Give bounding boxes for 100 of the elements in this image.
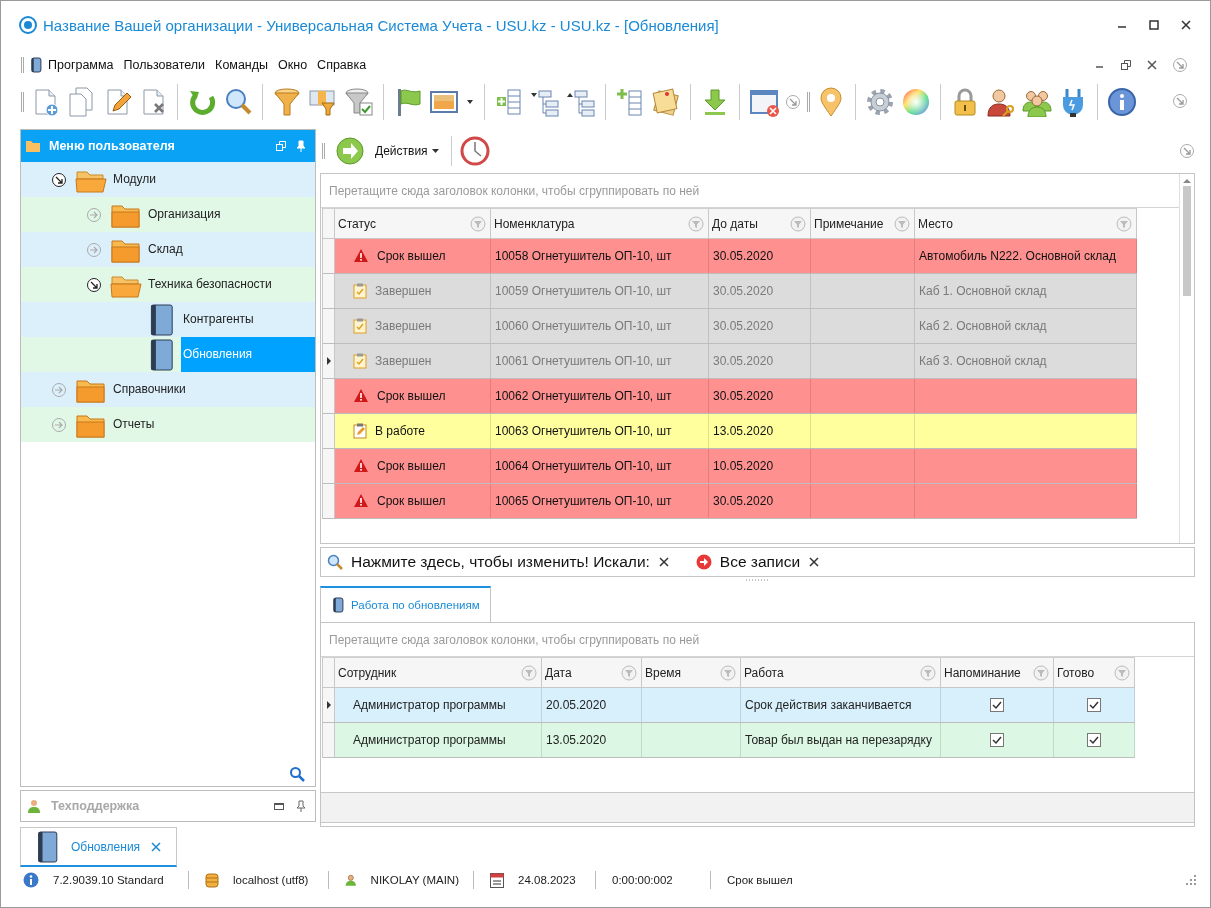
expanded-toggle-icon[interactable] (51, 171, 67, 188)
arrow-circle-icon[interactable] (1172, 57, 1188, 73)
column-header[interactable]: Примечание (811, 209, 915, 238)
checkbox[interactable] (1087, 733, 1101, 747)
expanded-toggle-icon[interactable] (86, 276, 102, 293)
collapsed-toggle-icon[interactable] (51, 416, 67, 433)
column-header[interactable]: Дата (542, 658, 642, 687)
tree-expand-icon[interactable] (530, 87, 560, 117)
menu-item[interactable]: Программа (43, 58, 119, 72)
filter-prompt[interactable]: Нажмите здесь, чтобы изменить! Искали: (351, 553, 650, 571)
column-header[interactable]: Работа (741, 658, 941, 687)
restore-icon[interactable] (1120, 59, 1132, 71)
maximize-icon[interactable] (1148, 19, 1160, 31)
collapsed-toggle-icon[interactable] (86, 206, 102, 223)
maximize-icon[interactable] (273, 800, 285, 812)
calendar-icon (490, 872, 504, 888)
add-rows-icon[interactable] (494, 87, 524, 117)
funnel-icon[interactable] (272, 87, 302, 117)
color-wheel-icon[interactable] (901, 87, 931, 117)
tree-item[interactable]: Отчеты (111, 407, 157, 442)
resize-grip-icon[interactable] (1186, 875, 1196, 885)
table-row[interactable]: Срок вышел 10058 Огнетушитель ОП-10, шт 30.05.2020 Автомобиль N222. Основной склад (323, 239, 1137, 274)
user-key-icon[interactable] (986, 87, 1016, 117)
document-tab[interactable]: Обновления (20, 827, 178, 867)
splitter-grip-icon[interactable] (745, 577, 770, 583)
filter-icon[interactable] (894, 215, 910, 232)
column-header[interactable]: Время (642, 658, 741, 687)
scroll-up-icon[interactable] (1183, 178, 1191, 184)
table-cell: 13.05.2020 (713, 424, 774, 438)
funnel-check-icon[interactable] (344, 87, 374, 117)
menu-item[interactable]: Справка (312, 58, 372, 72)
table-row[interactable]: Администратор программы 20.05.2020 Срок действия заканчивается (323, 688, 1135, 723)
filter-icon[interactable] (1033, 664, 1049, 681)
actions-button[interactable]: Действия (371, 144, 443, 158)
clock-icon[interactable] (459, 136, 490, 166)
filter-icon[interactable] (720, 664, 736, 681)
pin-icon[interactable] (295, 800, 307, 812)
warning-icon (353, 458, 369, 474)
filter-icon[interactable] (790, 215, 806, 232)
notes-icon[interactable] (651, 87, 681, 117)
search-icon[interactable] (223, 87, 253, 117)
row-header[interactable] (323, 688, 335, 722)
column-header[interactable]: Готово (1054, 658, 1135, 687)
tree-collapse-icon[interactable] (566, 87, 596, 117)
column-funnel-icon[interactable] (308, 87, 338, 117)
menu-item[interactable]: Команды (210, 58, 274, 72)
column-header[interactable]: Номенклатура (491, 209, 709, 238)
table-row[interactable]: Срок вышел 10065 Огнетушитель ОП-10, шт 30.05.2020 (323, 484, 1137, 519)
status-text: NIKOLAY (MAIN) (370, 874, 459, 886)
column-header[interactable]: До даты (709, 209, 811, 238)
tree-item[interactable]: Склад (146, 232, 185, 267)
table-cell: Каб 2. Основной склад (919, 319, 1047, 333)
menu-item[interactable]: Окно (273, 58, 313, 72)
search-icon[interactable] (327, 554, 343, 570)
column-header[interactable]: Напоминание (941, 658, 1054, 687)
checkbox[interactable] (1087, 698, 1101, 712)
table-row[interactable]: Срок вышел 10062 Огнетушитель ОП-10, шт 30.05.2020 (323, 379, 1137, 414)
tree-item[interactable]: Модули (111, 162, 158, 197)
collapsed-toggle-icon[interactable] (51, 381, 67, 398)
filter-icon[interactable] (521, 664, 537, 681)
filter-icon[interactable] (1114, 664, 1130, 681)
column-header[interactable]: Сотрудник (335, 658, 542, 687)
checkbox[interactable] (990, 698, 1004, 712)
clipboard-pencil-icon (353, 423, 367, 439)
table-cell: 10.05.2020 (713, 459, 774, 473)
close-window-icon[interactable] (749, 87, 779, 117)
arrow-right-circle-icon[interactable] (335, 136, 365, 166)
filter-icon[interactable] (688, 215, 704, 232)
filter-value[interactable]: Все записи (719, 553, 801, 571)
filter-icon[interactable] (470, 215, 486, 232)
info-icon[interactable] (1107, 87, 1137, 117)
filter-icon[interactable] (1116, 215, 1132, 232)
table-cell: Срок вышел (377, 494, 446, 508)
arrow-circle-icon[interactable] (1179, 143, 1195, 159)
status-text: localhost (utf8) (233, 874, 309, 886)
tab[interactable]: Работа по обновлениям (320, 586, 491, 622)
add-column-icon[interactable] (615, 87, 645, 117)
column-header[interactable]: Место (915, 209, 1137, 238)
arrow-circle-icon[interactable] (785, 94, 801, 110)
table-cell: Каб 1. Основной склад (919, 284, 1047, 298)
collapsed-toggle-icon[interactable] (86, 241, 102, 258)
search-icon[interactable] (289, 766, 305, 782)
filter-icon[interactable] (621, 664, 637, 681)
menu-item[interactable]: Пользователи (118, 58, 211, 72)
checkbox[interactable] (990, 733, 1004, 747)
close-icon[interactable] (808, 556, 821, 568)
table-cell: 13.05.2020 (546, 733, 607, 747)
close-icon[interactable] (1146, 59, 1158, 71)
row-header[interactable] (323, 344, 335, 378)
settings-icon[interactable] (865, 87, 895, 117)
table-row[interactable]: Срок вышел 10064 Огнетушитель ОП-10, шт 10.05.2020 (323, 449, 1137, 484)
filter-icon[interactable] (920, 664, 936, 681)
table-row[interactable]: В работе 10063 Огнетушитель ОП-10, шт 13.05.2020 (323, 414, 1137, 449)
column-header[interactable]: Статус (335, 209, 491, 238)
close-icon[interactable] (657, 556, 670, 568)
scrollbar-thumb[interactable] (1183, 186, 1191, 296)
copy-icon[interactable] (66, 87, 96, 117)
close-icon[interactable] (1180, 19, 1192, 31)
table-row[interactable]: Администратор программы 13.05.2020 Товар был выдан на перезарядку (323, 723, 1135, 758)
arrow-circle-icon[interactable] (1172, 92, 1188, 109)
